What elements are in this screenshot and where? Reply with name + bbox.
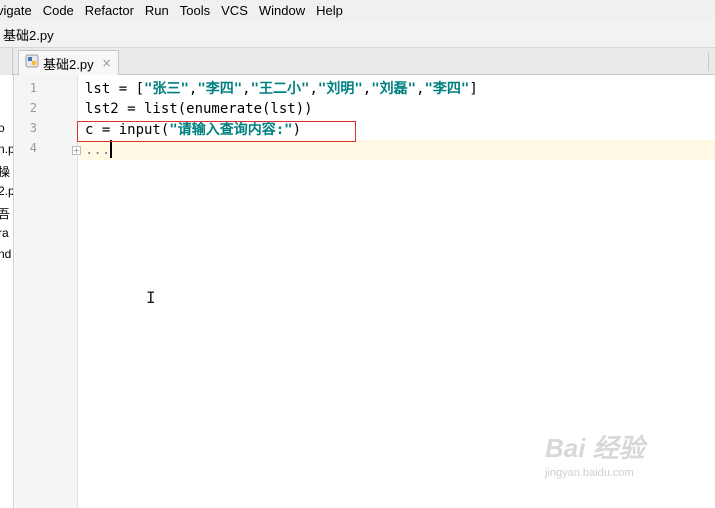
project-item[interactable]: ra bbox=[0, 226, 9, 240]
close-icon[interactable]: × bbox=[102, 56, 112, 70]
code-text: , bbox=[416, 81, 425, 97]
tab-bar-gutter bbox=[0, 48, 12, 75]
menu-refactor[interactable]: Refactor bbox=[85, 3, 139, 18]
fold-marker-icon[interactable]: + bbox=[72, 146, 81, 155]
project-item[interactable]: 操 bbox=[0, 163, 10, 180]
code-line-2: lst2 = list(enumerate(lst)) bbox=[85, 101, 313, 117]
highlight-annotation-box bbox=[77, 121, 356, 142]
project-item[interactable]: 吾 bbox=[0, 205, 10, 222]
tab-label: 基础2.py bbox=[43, 56, 94, 72]
watermark: Bai 经验 jingyan.baidu.com bbox=[545, 428, 680, 498]
menu-navigate[interactable]: vigate bbox=[0, 3, 37, 18]
line-number: 2 bbox=[29, 101, 37, 115]
line-number: 3 bbox=[29, 121, 37, 135]
project-item[interactable]: n.p bbox=[0, 142, 13, 156]
line-number: 1 bbox=[29, 81, 37, 95]
tab-file[interactable]: 基础2.py × bbox=[18, 50, 119, 75]
python-file-icon bbox=[25, 54, 39, 72]
watermark-url: jingyan.baidu.com bbox=[545, 467, 634, 479]
string-literal: "李四" bbox=[197, 81, 243, 97]
tab-separator bbox=[12, 48, 13, 75]
code-text: lst = [ bbox=[85, 81, 145, 97]
watermark-logo: Bai 经验 bbox=[545, 433, 645, 463]
project-item[interactable]: nd bbox=[0, 247, 11, 261]
ibeam-cursor-icon: I bbox=[146, 288, 156, 307]
navigation-bar: 基础2.py bbox=[0, 21, 715, 48]
menu-bar: vigate Code Refactor Run Tools VCS Windo… bbox=[0, 0, 715, 21]
string-literal: "王二小" bbox=[250, 81, 310, 97]
code-line-1: lst = ["张三","李四","王二小","刘明","刘磊","李四"] bbox=[85, 79, 478, 99]
project-panel: o n.p 操 2.p 吾 ra nd bbox=[0, 75, 14, 508]
string-literal: "张三" bbox=[144, 81, 189, 97]
menu-tools[interactable]: Tools bbox=[180, 3, 215, 18]
menu-help[interactable]: Help bbox=[316, 3, 348, 18]
project-item[interactable]: o bbox=[0, 121, 5, 135]
code-text: , bbox=[242, 81, 251, 97]
line-number-gutter: 1 2 3 4 bbox=[15, 75, 78, 508]
project-item[interactable]: 2.p bbox=[0, 184, 13, 198]
editor-tab-bar: 基础2.py × bbox=[0, 48, 715, 75]
string-literal: "刘明" bbox=[317, 81, 363, 97]
menu-vcs[interactable]: VCS bbox=[221, 3, 253, 18]
menu-window[interactable]: Window bbox=[259, 3, 310, 18]
breadcrumb-file[interactable]: 基础2.py bbox=[3, 25, 54, 44]
code-text: ] bbox=[469, 81, 478, 97]
string-literal: "刘磊" bbox=[371, 81, 417, 97]
code-text: , bbox=[362, 81, 372, 97]
code-line-4: ... bbox=[85, 142, 111, 158]
menu-run[interactable]: Run bbox=[145, 3, 174, 18]
current-line-highlight bbox=[79, 140, 715, 160]
line-number: 4 bbox=[29, 141, 37, 155]
string-literal: "李四" bbox=[424, 81, 470, 97]
menu-code[interactable]: Code bbox=[43, 3, 79, 18]
text-caret bbox=[110, 140, 112, 158]
tab-bar-end-separator bbox=[708, 52, 709, 71]
code-text: , bbox=[309, 81, 318, 97]
